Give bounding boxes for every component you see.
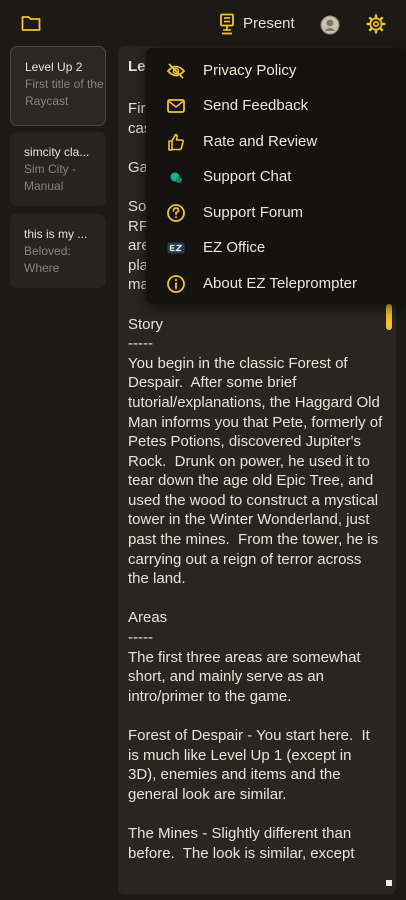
menu-item-label: About EZ Teleprompter bbox=[203, 275, 357, 292]
menu-item-about[interactable]: About EZ Teleprompter bbox=[146, 267, 406, 302]
thumbs-up-icon bbox=[168, 133, 184, 151]
settings-menu: Privacy Policy Send Feedback Rate and Re… bbox=[146, 48, 406, 304]
note-subtitle: Sim City - Manual bbox=[24, 162, 76, 193]
scrollbar-thumb[interactable] bbox=[386, 304, 392, 330]
note-item[interactable]: simcity cla... Sim City - Manual bbox=[10, 132, 106, 206]
menu-item-rate-and-review[interactable]: Rate and Review bbox=[146, 125, 406, 160]
eye-off-icon bbox=[166, 63, 186, 79]
note-title: Level Up 2 bbox=[25, 60, 83, 74]
note-subtitle: First title of the Raycast bbox=[25, 77, 104, 108]
menu-item-support-chat[interactable]: Support Chat bbox=[146, 160, 406, 195]
folder-icon[interactable] bbox=[21, 14, 41, 32]
menu-item-label: Privacy Policy bbox=[203, 62, 297, 79]
help-circle-icon bbox=[167, 204, 185, 222]
note-title: this is my ... bbox=[24, 227, 88, 241]
present-button[interactable]: Present bbox=[243, 15, 295, 32]
menu-item-send-feedback[interactable]: Send Feedback bbox=[146, 89, 406, 124]
note-title-field[interactable]: Le bbox=[128, 58, 146, 75]
menu-item-ez-office[interactable]: EZ Office bbox=[146, 231, 406, 266]
avatar[interactable] bbox=[320, 15, 340, 35]
menu-item-support-forum[interactable]: Support Forum bbox=[146, 196, 406, 231]
menu-item-label: Rate and Review bbox=[203, 133, 318, 150]
chat-icon bbox=[170, 172, 182, 183]
teleprompter-icon[interactable] bbox=[218, 13, 236, 35]
note-title: simcity cla... bbox=[24, 145, 90, 159]
ez-office-icon bbox=[167, 242, 185, 254]
note-item[interactable]: Level Up 2 First title of the Raycast bbox=[10, 46, 106, 126]
mail-icon bbox=[167, 99, 185, 113]
menu-item-label: EZ Office bbox=[203, 239, 266, 256]
gear-icon[interactable] bbox=[366, 14, 386, 34]
scrollbar-end-marker bbox=[386, 880, 392, 886]
menu-item-privacy-policy[interactable]: Privacy Policy bbox=[146, 54, 406, 89]
top-bar: Present bbox=[0, 0, 406, 48]
menu-item-label: Send Feedback bbox=[203, 97, 309, 114]
menu-item-label: Support Forum bbox=[203, 204, 304, 221]
note-subtitle: Beloved: Where bbox=[24, 244, 71, 275]
menu-item-label: Support Chat bbox=[203, 168, 292, 185]
note-item[interactable]: this is my ... Beloved: Where bbox=[10, 214, 106, 288]
info-icon bbox=[167, 275, 185, 293]
